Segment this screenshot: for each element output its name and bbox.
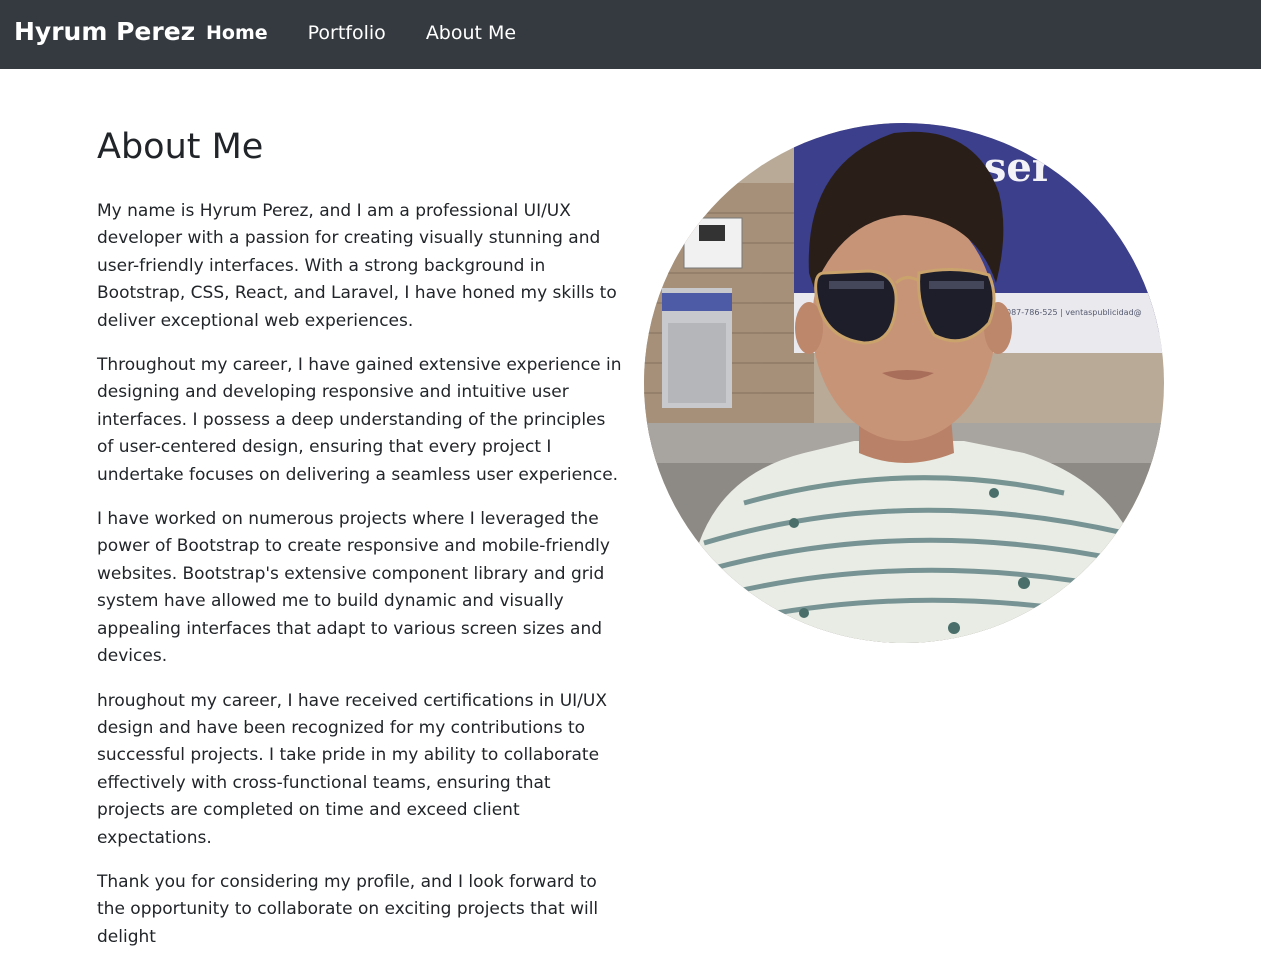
- banner-small-text: 087-786-525 | ventaspublicidad@: [1006, 308, 1142, 317]
- about-paragraph-4: hroughout my career, I have received cer…: [97, 690, 607, 848]
- top-navbar: Hyrum Perez Home Portfolio About Me: [0, 0, 1261, 69]
- page-title: About Me: [97, 127, 264, 167]
- profile-photo-illustration: a ser 087-786-525 | ventaspublicidad@: [644, 123, 1164, 643]
- about-paragraph-2: Throughout my career, I have gained exte…: [97, 355, 622, 485]
- nav-links: Home Portfolio About Me: [206, 21, 556, 45]
- about-paragraph-1: My name is Hyrum Perez, and I am a profe…: [97, 201, 617, 331]
- nav-link-portfolio[interactable]: Portfolio: [308, 21, 386, 45]
- nav-link-about-me[interactable]: About Me: [426, 21, 516, 45]
- profile-photo: a ser 087-786-525 | ventaspublicidad@: [644, 123, 1164, 643]
- nav-link-home[interactable]: Home: [206, 21, 268, 45]
- about-paragraph-3: I have worked on numerous projects where…: [97, 509, 610, 667]
- brand-link[interactable]: Hyrum Perez: [14, 17, 195, 46]
- about-paragraph-5: Thank you for considering my profile, an…: [97, 871, 599, 947]
- about-content: About Me My name is Hyrum Perez, and I a…: [97, 124, 622, 968]
